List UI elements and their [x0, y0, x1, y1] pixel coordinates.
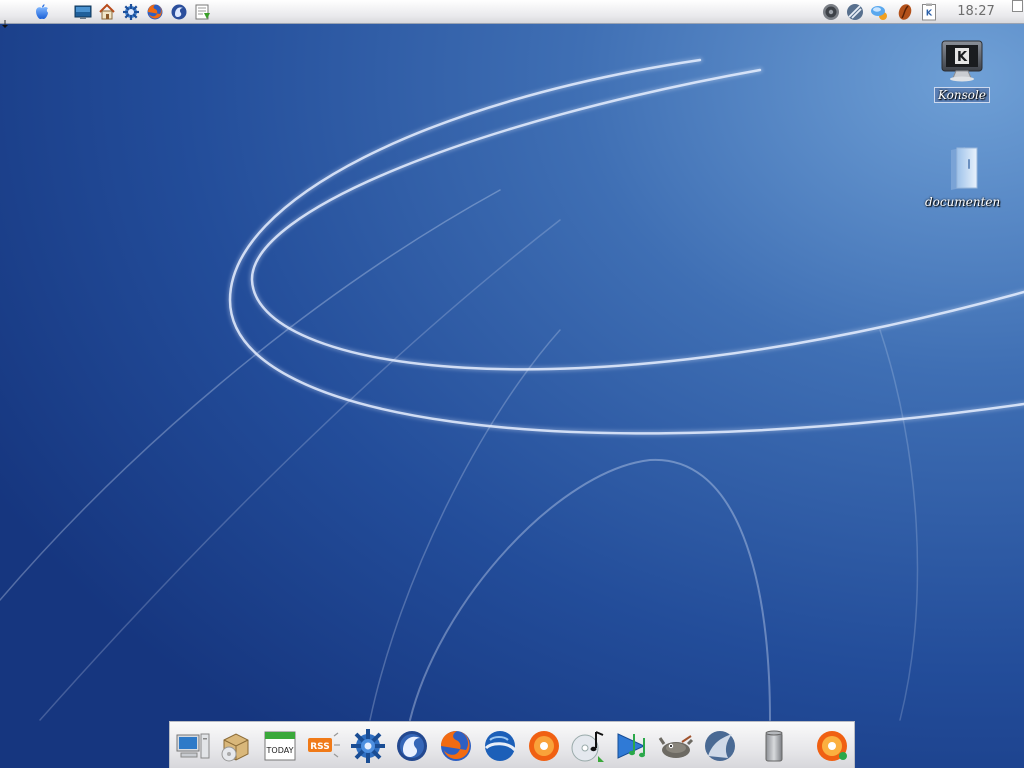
thunderbird-icon[interactable] [170, 3, 188, 21]
desktop-wallpaper [0, 0, 1024, 768]
network-icon[interactable] [846, 3, 864, 21]
svg-text:K: K [957, 50, 968, 65]
desktop-icon-documenten[interactable]: documenten [922, 145, 1002, 210]
gimp-icon[interactable] [658, 728, 694, 764]
dock: TODAY RSS [169, 721, 855, 768]
desktop-icon-konsole[interactable]: K Konsole [922, 38, 1002, 103]
show-desktop-icon[interactable] [74, 3, 92, 21]
weather-icon[interactable] [870, 3, 888, 21]
desktop-icon-label: Konsole [934, 87, 990, 103]
computer-icon[interactable] [175, 728, 211, 764]
media-player-icon[interactable] [614, 728, 650, 764]
ubuntu-cd-icon[interactable] [526, 728, 562, 764]
home-folder-icon[interactable] [98, 3, 116, 21]
cd-burner-icon[interactable] [814, 728, 850, 764]
terminal-monitor-icon: K [939, 38, 985, 84]
panel-hide-button[interactable] [1012, 0, 1023, 12]
kde-control-center-icon[interactable] [350, 728, 386, 764]
firefox-icon[interactable] [438, 728, 474, 764]
desktop-icon-label: documenten [925, 195, 1001, 209]
software-installer-icon[interactable] [218, 728, 254, 764]
music-cd-icon[interactable] [570, 728, 606, 764]
apple-menu-icon[interactable] [33, 3, 51, 21]
rss-label: RSS [310, 742, 330, 752]
documents-folder-icon [939, 145, 985, 191]
kde-control-center-icon[interactable] [122, 3, 140, 21]
top-panel: K 18:27 [0, 0, 1024, 28]
klipper-clipboard-icon[interactable]: K [920, 3, 938, 21]
panel-scroll-arrow-icon[interactable] [2, 13, 8, 28]
clock[interactable]: 18:27 [946, 4, 1006, 19]
update-manager-icon[interactable] [194, 3, 212, 21]
trash-icon[interactable] [756, 728, 792, 764]
calendar-today-icon[interactable]: TODAY [262, 728, 298, 764]
network-sharing-icon[interactable] [702, 728, 738, 764]
firefox-icon[interactable] [146, 3, 164, 21]
speaker-volume-icon[interactable] [822, 3, 840, 21]
svg-text:K: K [926, 9, 933, 18]
rss-reader-icon[interactable]: RSS [306, 728, 342, 764]
calendar-label: TODAY [266, 746, 294, 755]
java-coffee-icon[interactable] [896, 3, 914, 21]
google-earth-icon[interactable] [482, 728, 518, 764]
thunderbird-icon[interactable] [394, 728, 430, 764]
